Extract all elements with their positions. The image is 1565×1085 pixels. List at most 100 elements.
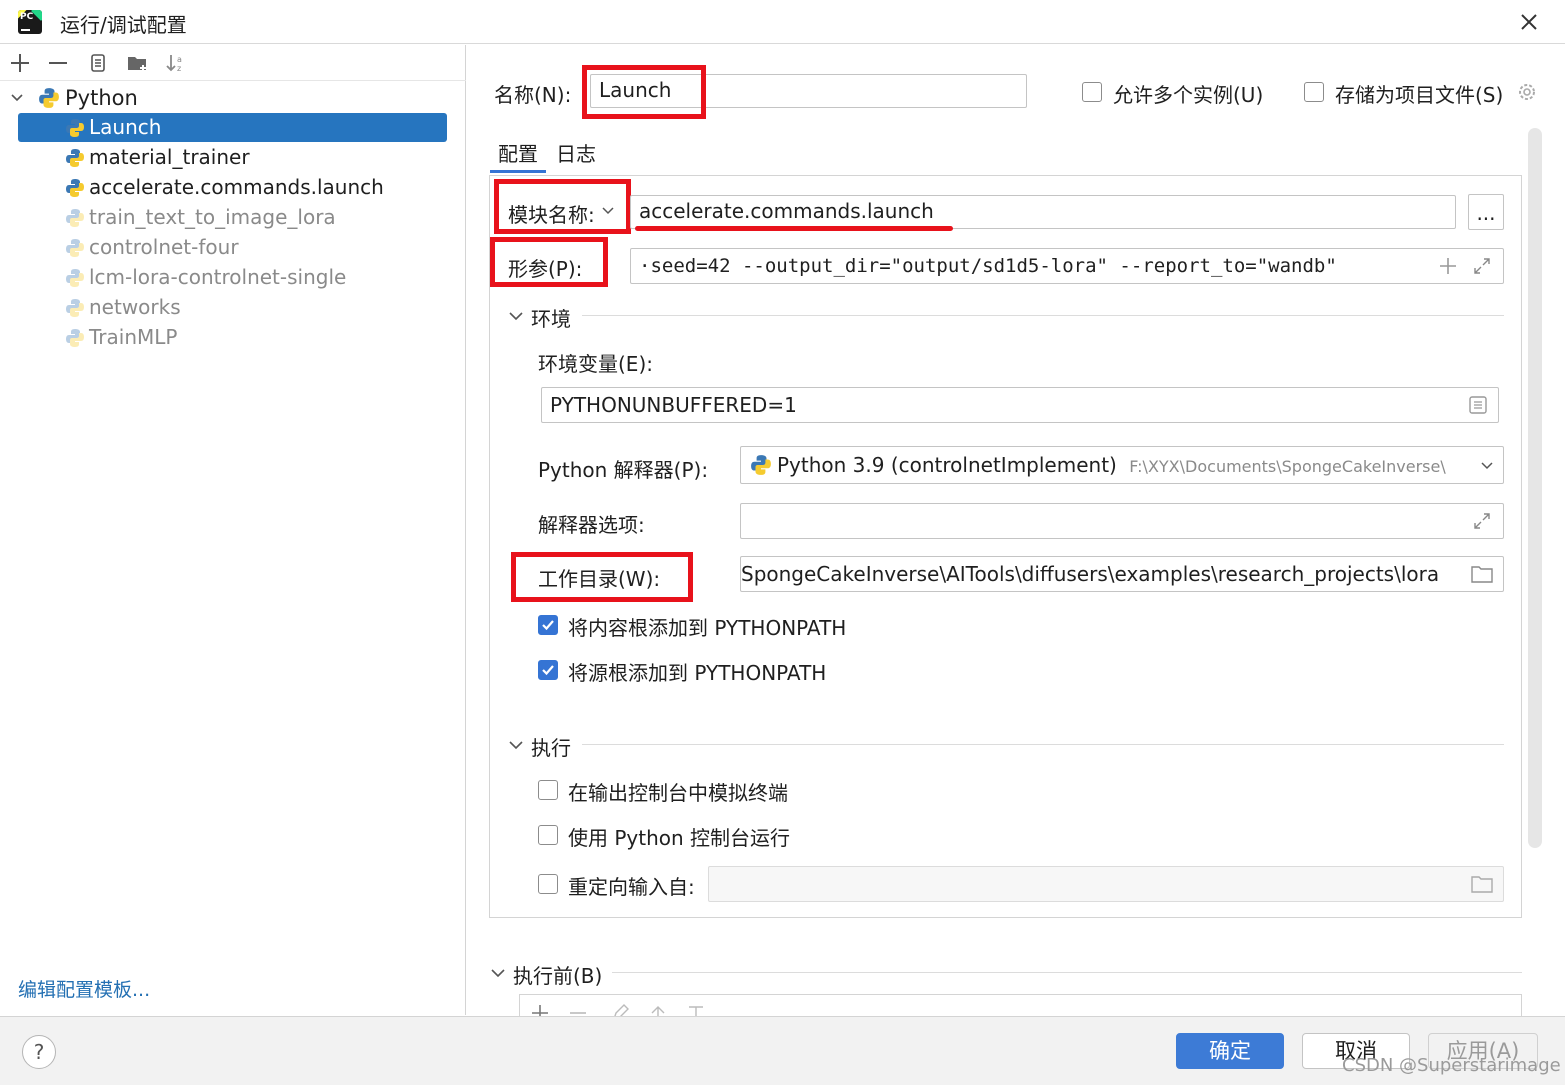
redirect-input-checkbox[interactable]: [538, 874, 558, 894]
move-down-icon[interactable]: [686, 1003, 706, 1016]
python-icon: [39, 88, 59, 108]
exec-section-title: 执行: [531, 736, 571, 760]
workdir-value: SpongeCakeInverse\AITools\diffusers\exam…: [741, 562, 1440, 586]
allow-multiple-label: 允许多个实例(U): [1113, 83, 1264, 107]
params-label: 形参(P):: [508, 257, 583, 281]
tab-logs[interactable]: 日志: [556, 138, 596, 167]
divider: [582, 744, 1504, 745]
name-label: 名称(N):: [494, 83, 572, 107]
env-vars-input[interactable]: PYTHONUNBUFFERED=1: [541, 387, 1499, 423]
sidebar-item-label: lcm-lora-controlnet-single: [89, 265, 347, 289]
check-icon: [542, 620, 554, 631]
sidebar-item-label: accelerate.commands.launch: [89, 175, 384, 199]
sidebar-item-label: Launch: [89, 115, 162, 139]
chevron-down-icon[interactable]: [10, 91, 24, 105]
new-folder-icon[interactable]: [126, 51, 150, 75]
remove-icon[interactable]: [46, 51, 70, 75]
python-icon: [66, 269, 84, 287]
sort-icon[interactable]: az: [164, 51, 188, 75]
workdir-label: 工作目录(W):: [538, 567, 661, 591]
config-panel: [489, 175, 1522, 918]
python-icon: [66, 239, 84, 257]
add-icon[interactable]: [8, 51, 32, 75]
interpreter-path: F:\XYX\Documents\SpongeCakeInverse\: [1129, 457, 1446, 476]
before-launch-toolbar: [519, 994, 1522, 1016]
store-as-file-checkbox[interactable]: [1304, 82, 1324, 102]
chevron-down-icon[interactable]: [508, 308, 524, 324]
env-vars-label: 环境变量(E):: [538, 352, 653, 376]
workdir-input[interactable]: SpongeCakeInverse\AITools\diffusers\exam…: [740, 556, 1504, 592]
ok-button[interactable]: 确定: [1176, 1033, 1284, 1069]
interp-options-input[interactable]: [740, 503, 1504, 539]
chevron-down-icon[interactable]: [490, 965, 506, 981]
python-console-label: 使用 Python 控制台运行: [568, 826, 791, 850]
watermark: CSDN @Superstarimage: [1342, 1055, 1561, 1076]
python-icon: [751, 455, 771, 475]
before-launch-title: 执行前(B): [513, 964, 603, 988]
copy-icon[interactable]: [86, 51, 110, 75]
python-icon: [66, 179, 84, 197]
sidebar-item-label: material_trainer: [89, 145, 250, 169]
redirect-input-field: [708, 866, 1504, 902]
interpreter-label: Python 解释器(P):: [538, 458, 709, 482]
edit-templates-link[interactable]: 编辑配置模板...: [18, 975, 150, 1002]
chevron-down-icon[interactable]: [1480, 459, 1494, 473]
add-icon[interactable]: [530, 1003, 550, 1016]
add-source-roots-label: 将源根添加到 PYTHONPATH: [568, 661, 827, 685]
dialog-title: 运行/调试配置: [60, 13, 187, 37]
emulate-terminal-label: 在输出控制台中模拟终端: [568, 781, 788, 805]
tab-config[interactable]: 配置: [498, 138, 538, 167]
chevron-down-icon[interactable]: [601, 204, 615, 218]
python-icon: [66, 209, 84, 227]
tab-underline: [490, 170, 546, 173]
interpreter-value: Python 3.9 (controlnetImplement): [777, 453, 1117, 477]
chevron-down-icon[interactable]: [508, 737, 524, 753]
title-bar: PC 运行/调试配置: [0, 0, 1565, 44]
divider: [582, 315, 1504, 316]
python-icon: [66, 149, 84, 167]
configurations-sidebar: az Python Launch material_trainer accele…: [0, 45, 466, 1015]
python-console-checkbox[interactable]: [538, 825, 558, 845]
add-content-roots-checkbox[interactable]: [538, 615, 558, 635]
highlight-underline: [635, 226, 953, 231]
expand-icon[interactable]: [1472, 256, 1492, 276]
list-edit-icon[interactable]: [1468, 395, 1488, 415]
sidebar-item-label: TrainMLP: [89, 325, 178, 349]
remove-icon[interactable]: [568, 1003, 588, 1016]
sidebar-item-label: controlnet-four: [89, 235, 239, 259]
pycharm-logo-icon: PC: [18, 10, 42, 34]
module-input[interactable]: accelerate.commands.launch: [630, 195, 1456, 229]
sidebar-item-label: train_text_to_image_lora: [89, 205, 336, 229]
python-icon: [66, 299, 84, 317]
check-icon: [542, 665, 554, 676]
edit-icon[interactable]: [610, 1003, 630, 1016]
env-section-title: 环境: [531, 307, 571, 331]
interpreter-select[interactable]: Python 3.9 (controlnetImplement) F:\XYX\…: [740, 446, 1504, 484]
tree-group-label: Python: [65, 86, 138, 110]
close-icon[interactable]: [1516, 9, 1542, 35]
interp-options-label: 解释器选项:: [538, 513, 645, 537]
redirect-input-label: 重定向输入自:: [568, 875, 695, 899]
store-as-file-label: 存储为项目文件(S): [1335, 83, 1504, 107]
name-input[interactable]: Launch: [590, 74, 1027, 108]
dialog-footer: ? 确定 取消 应用(A) CSDN @Superstarimage: [0, 1016, 1565, 1085]
emulate-terminal-checkbox[interactable]: [538, 780, 558, 800]
add-content-roots-label: 将内容根添加到 PYTHONPATH: [568, 616, 847, 640]
gear-icon[interactable]: [1516, 81, 1538, 103]
move-up-icon[interactable]: [648, 1003, 668, 1016]
add-source-roots-checkbox[interactable]: [538, 660, 558, 680]
module-label[interactable]: 模块名称:: [508, 199, 595, 228]
folder-icon[interactable]: [1471, 565, 1493, 583]
svg-text:a: a: [177, 55, 182, 64]
params-input[interactable]: ·seed=42 --output_dir="output/sd1d5-lora…: [630, 248, 1504, 284]
allow-multiple-checkbox[interactable]: [1082, 82, 1102, 102]
expand-icon[interactable]: [1472, 511, 1492, 531]
divider: [612, 972, 1522, 973]
module-browse-button[interactable]: ...: [1468, 194, 1504, 230]
folder-icon: [1471, 876, 1493, 893]
add-icon[interactable]: [1438, 256, 1458, 276]
help-button[interactable]: ?: [22, 1035, 56, 1069]
python-icon: [66, 119, 84, 137]
scrollbar[interactable]: [1528, 128, 1542, 848]
tree-group-python[interactable]: Python: [10, 83, 310, 113]
